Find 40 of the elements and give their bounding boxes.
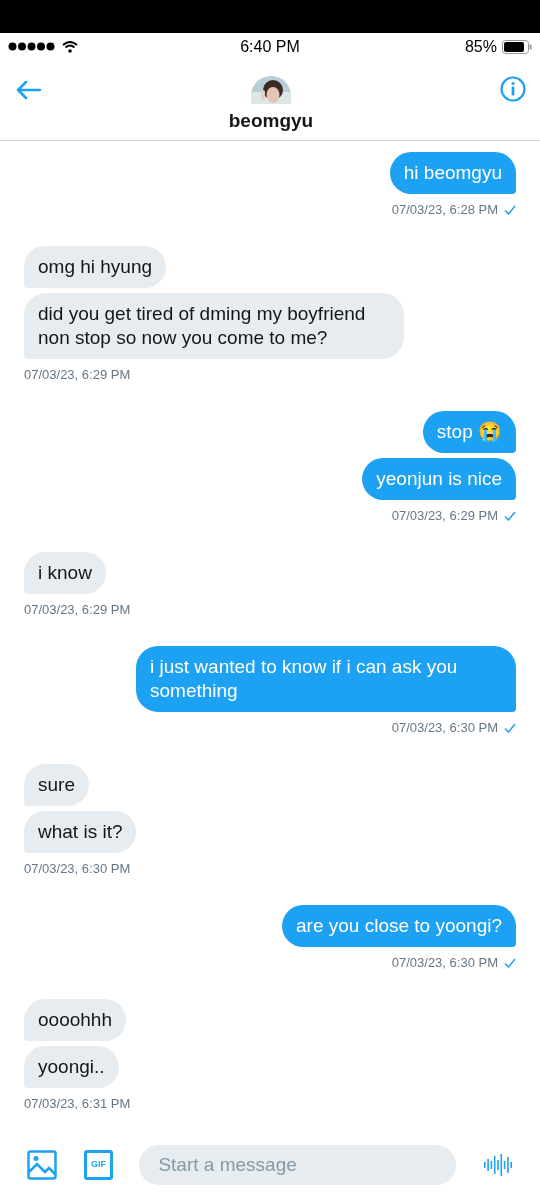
timestamp: 07/03/23, 6:29 PM xyxy=(24,602,131,618)
message-bubble: did you get tired of dming my boyfriend non stop so now you come to me? xyxy=(24,293,404,359)
back-button[interactable] xyxy=(14,78,42,102)
message-bubble: yoongi.. xyxy=(24,1046,119,1088)
status-time: 6:40 PM xyxy=(240,36,300,57)
message-bubble: hi beomgyu xyxy=(389,152,516,194)
image-button[interactable] xyxy=(26,1149,58,1181)
info-button[interactable] xyxy=(500,76,526,102)
timestamp: 07/03/23, 6:29 PM xyxy=(391,508,498,524)
timestamp: 07/03/23, 6:30 PM xyxy=(391,955,498,971)
contact-name: beomgyu xyxy=(228,110,314,132)
gif-button[interactable]: GIF xyxy=(83,1150,114,1180)
timestamp: 07/03/23, 6:30 PM xyxy=(24,861,131,877)
signal-icon xyxy=(8,42,56,51)
message-bubble: are you close to yoongi? xyxy=(282,905,516,947)
check-icon xyxy=(504,511,516,521)
timestamp: 07/03/23, 6:30 PM xyxy=(391,720,498,736)
message-field[interactable]: Start a message xyxy=(139,1145,457,1185)
check-icon xyxy=(504,723,516,733)
timestamp: 07/03/23, 6:31 PM xyxy=(24,1096,131,1112)
message-bubble: stop 😭 xyxy=(422,411,516,453)
message-bubble: oooohhh xyxy=(24,999,126,1041)
voice-button[interactable] xyxy=(482,1151,514,1179)
message-bubble: i just wanted to know if i can ask you something xyxy=(136,646,516,712)
info-icon xyxy=(500,76,526,102)
message-bubble: i know xyxy=(24,552,106,594)
message-bubble: what is it? xyxy=(24,811,137,853)
battery-percent: 85% xyxy=(464,36,497,57)
back-arrow-icon xyxy=(15,80,41,100)
image-icon xyxy=(26,1150,57,1180)
sound-wave-icon xyxy=(483,1153,514,1177)
message-bubble: yeonjun is nice xyxy=(362,458,516,500)
wifi-icon xyxy=(62,40,78,53)
timestamp: 07/03/23, 6:28 PM xyxy=(391,202,498,218)
message-bubble: omg hi hyung xyxy=(24,246,167,288)
message-bubble: sure xyxy=(24,764,89,806)
check-icon xyxy=(504,958,516,968)
timestamp: 07/03/23, 6:29 PM xyxy=(24,367,131,383)
battery-icon xyxy=(502,39,532,54)
check-icon xyxy=(504,205,516,215)
